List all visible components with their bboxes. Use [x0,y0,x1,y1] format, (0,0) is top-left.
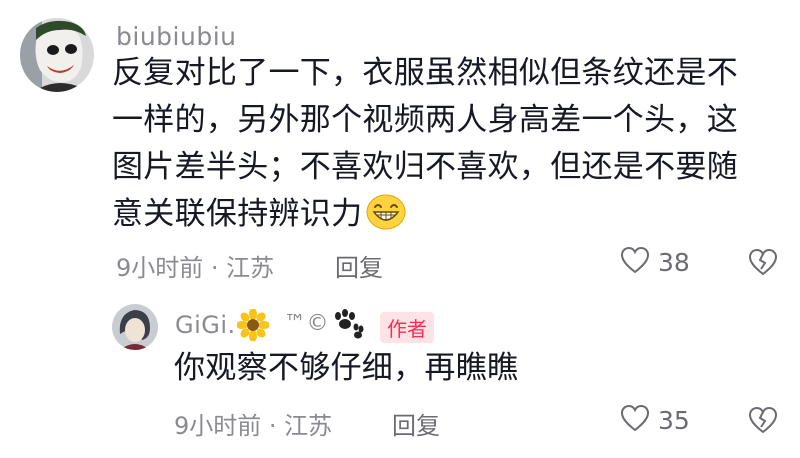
like-button[interactable]: 35 [620,404,690,436]
comment-text-line: 图片差半头；不喜欢归不喜欢，但还是不要随 [112,149,738,185]
reply-button[interactable]: 回复 [335,248,383,283]
time-location: 9小时前 · 江苏 [174,412,333,440]
comment-text-line: 一样的，另外那个视频两人身高差一个头，这 [112,102,738,138]
author-badge: 作者 [380,312,434,343]
comment-text-line: 反复对比了一下，衣服虽然相似但条纹还是不 [112,55,738,91]
avatar[interactable] [112,304,158,350]
time-location: 9小时前 · 江苏 [116,254,275,282]
dislike-button[interactable] [748,248,778,280]
dislike-button[interactable] [748,406,778,438]
tm-copyright-icon: ™© [284,311,329,336]
username[interactable]: GiGi. [175,311,236,339]
reply-button[interactable]: 回复 [392,406,440,441]
paw-icon [330,309,364,343]
gigi-avatar-icon [112,304,158,350]
comment-text-line-last: 意关联保持辨识力 [112,191,782,244]
joker-avatar-icon [20,18,94,92]
broken-heart-icon [748,248,778,276]
username[interactable]: biubiubiu [116,22,236,51]
sunflower-icon [236,308,270,345]
comment-text-segment: 意关联保持辨识力 [112,196,363,232]
heart-icon [620,246,650,278]
avatar[interactable] [20,18,94,92]
broken-heart-icon [748,406,778,434]
comment-text: 反复对比了一下，衣服虽然相似但条纹还是不 一样的，另外那个视频两人身高差一个头，… [112,50,782,244]
like-count: 38 [658,247,690,277]
reply-text: 你观察不够仔细，再瞧瞧 [174,350,519,386]
like-count: 35 [658,405,690,435]
like-button[interactable]: 38 [620,246,690,278]
heart-icon [620,404,650,436]
grinning-face-emoji-icon [366,194,406,244]
